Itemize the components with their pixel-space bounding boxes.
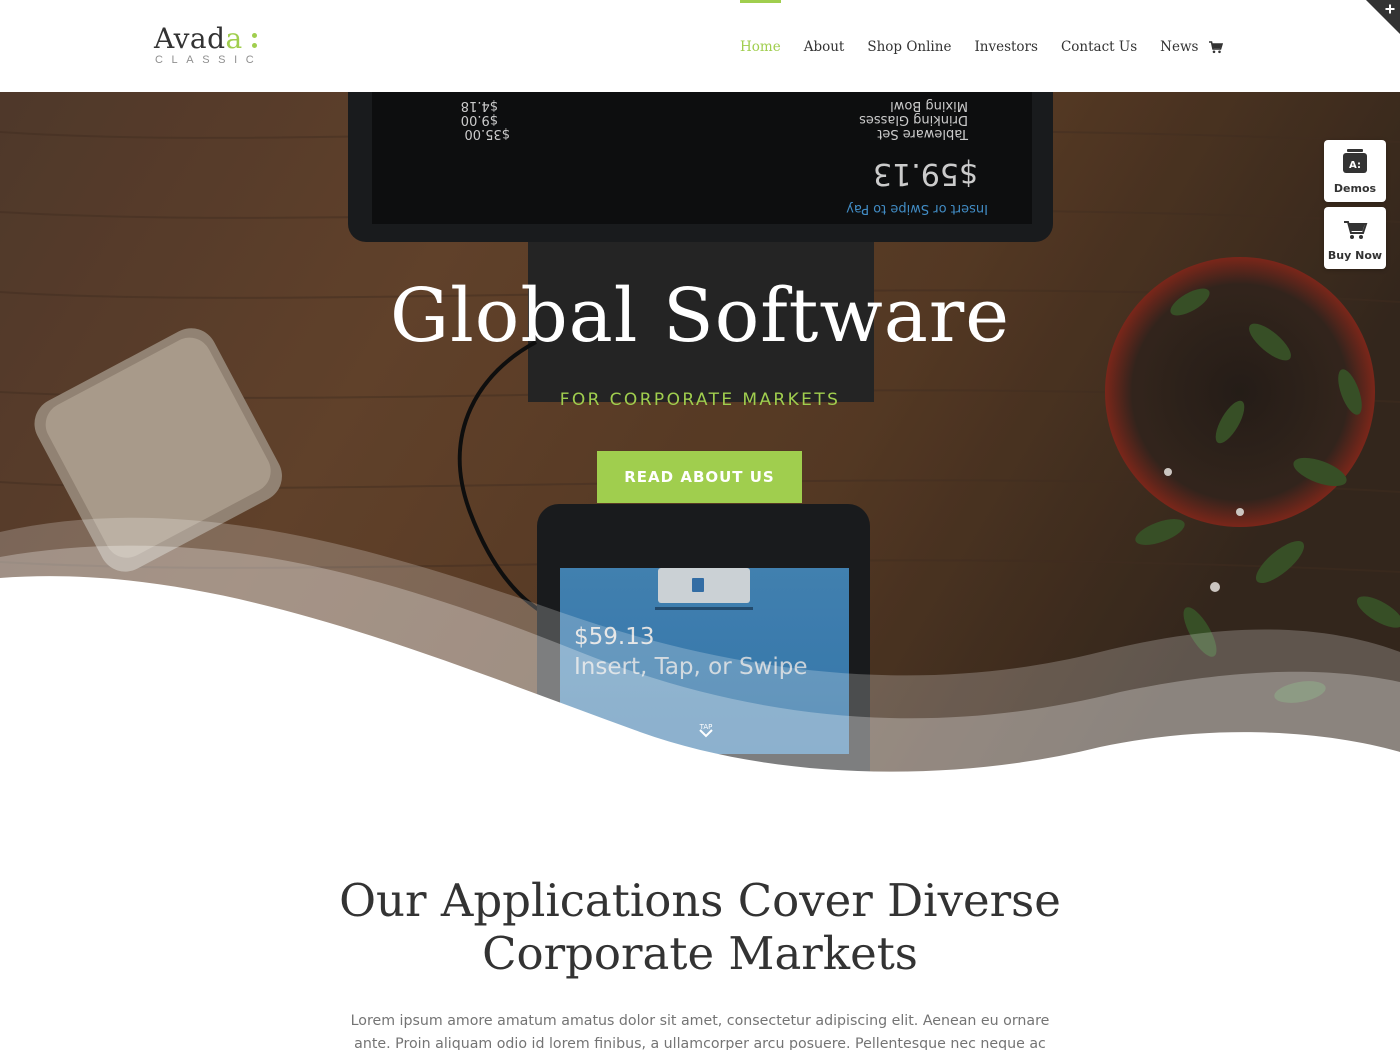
site-header: Avada CLASSIC Home About Shop Online Inv… bbox=[0, 0, 1400, 92]
site-logo[interactable]: Avada CLASSIC bbox=[154, 22, 264, 66]
hero-title: Global Software bbox=[389, 273, 1010, 359]
nav-item-contact-us[interactable]: Contact Us bbox=[1061, 0, 1137, 92]
svg-text:A:: A: bbox=[1349, 160, 1361, 171]
hero-subtitle: FOR CORPORATE MARKETS bbox=[559, 390, 841, 410]
logo-colon-mark bbox=[252, 33, 258, 49]
section-heading: Our Applications Cover Diverse Corporate… bbox=[339, 874, 1061, 980]
nav-item-investors[interactable]: Investors bbox=[974, 0, 1038, 92]
main-nav: Home About Shop Online Investors Contact… bbox=[740, 0, 1221, 92]
read-about-us-button[interactable]: READ ABOUT US bbox=[597, 451, 802, 503]
plus-icon[interactable] bbox=[1366, 0, 1400, 34]
nav-item-news[interactable]: News bbox=[1160, 0, 1198, 92]
hero-background-image: $59.13 Insert or Swipe to Pay Mixing Bow… bbox=[0, 92, 1400, 792]
nav-item-shop-online[interactable]: Shop Online bbox=[867, 0, 951, 92]
cart-icon bbox=[1344, 221, 1368, 239]
chevron-down-icon[interactable] bbox=[696, 722, 716, 746]
shopping-cart-icon[interactable] bbox=[1209, 40, 1223, 54]
logo-tagline: CLASSIC bbox=[155, 54, 263, 66]
nav-item-home[interactable]: Home bbox=[740, 0, 781, 92]
demos-label: Demos bbox=[1333, 182, 1377, 195]
hero-section: $59.13 Insert or Swipe to Pay Mixing Bow… bbox=[0, 92, 1400, 792]
section-paragraph: Lorem ipsum amore amatum amatus dolor si… bbox=[350, 1013, 1050, 1050]
demos-widget[interactable]: A: Demos bbox=[1324, 140, 1386, 202]
nav-item-about[interactable]: About bbox=[804, 0, 845, 92]
logo-wordmark: Avada bbox=[154, 22, 243, 55]
buy-now-widget[interactable]: Buy Now bbox=[1324, 207, 1386, 269]
demos-icon: A: bbox=[1343, 149, 1367, 173]
buy-now-label: Buy Now bbox=[1327, 249, 1383, 262]
